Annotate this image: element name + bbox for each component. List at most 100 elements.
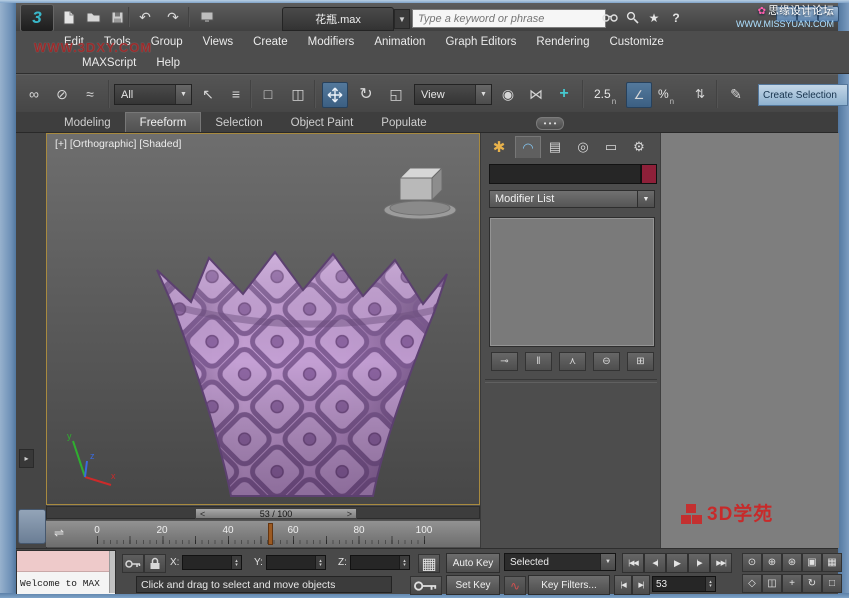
listener-macro-line[interactable] [17,551,115,572]
make-unique-icon[interactable]: ⋏ [559,352,586,371]
menu-graph-editors[interactable]: Graph Editors [435,36,526,48]
utilities-panel-icon[interactable]: ⚙ [627,136,651,157]
selection-filter-dropdown[interactable]: All ▼ [114,84,192,105]
selection-lock-key-icon[interactable] [122,554,144,573]
modify-panel-icon[interactable]: ◠ [515,136,541,158]
chevron-down-icon[interactable]: ▼ [637,191,654,207]
time-slider-track[interactable]: < 53 / 100 > [46,506,480,519]
menu-help[interactable]: Help [146,57,190,69]
ribbon-tab-selection[interactable]: Selection [201,113,276,132]
file-tab[interactable]: 花瓶.max [282,7,394,31]
search-input[interactable] [412,9,606,28]
object-name-field[interactable] [489,164,641,184]
edit-named-selection-sets-icon[interactable]: ✎ [724,82,748,106]
auto-key-button[interactable]: Auto Key [446,553,500,573]
menu-animation[interactable]: Animation [364,36,435,48]
ribbon-tab-freeform[interactable]: Freeform [125,112,202,132]
mini-curve-editor-icon[interactable]: ⇌ [54,526,64,540]
current-frame-marker[interactable] [268,523,273,545]
mirror-icon[interactable]: ⋈ [524,82,548,106]
menu-create[interactable]: Create [243,36,298,48]
ribbon-minimize-pill[interactable]: • • • [536,117,564,130]
selected-pan-icon[interactable]: ◇ [742,574,762,593]
vase-model[interactable] [147,244,459,500]
isolate-selection-icon[interactable]: ⊙ [742,553,762,572]
select-and-scale-icon[interactable]: ◱ [384,82,408,106]
zoom-region-icon[interactable]: ◫ [762,574,782,593]
set-key-button[interactable]: Set Key [446,575,500,595]
time-slider-thumb[interactable]: < 53 / 100 > [195,508,357,519]
maximize-viewport-icon[interactable]: □ [822,574,842,593]
viewport-layout-preset[interactable] [18,509,46,544]
select-and-link-icon[interactable]: ∞ [22,82,46,106]
y-spinner[interactable]: ▴▾ [315,556,325,569]
selected-set-dropdown[interactable]: Selected ▼ [504,553,616,571]
lock-icon[interactable] [144,554,166,573]
magnifier-icon[interactable] [622,9,642,26]
previous-key-icon[interactable]: |◀ [614,575,632,595]
menu-modifiers[interactable]: Modifiers [298,36,365,48]
window-crossing-toggle-icon[interactable]: ◫ [286,82,310,106]
z-spinner[interactable]: ▴▾ [399,556,409,569]
next-key-icon[interactable]: ▶| [632,575,650,595]
frame-spinner[interactable]: ▴▾ [705,577,715,591]
snaps-toggle-25d[interactable]: 2.5n [594,82,616,106]
x-coordinate-field[interactable]: ▴▾ [182,555,242,570]
modifier-list-dropdown[interactable]: Modifier List ▼ [489,190,655,208]
hierarchy-panel-icon[interactable]: ▤ [543,136,567,157]
menu-views[interactable]: Views [193,36,243,48]
percent-snap-toggle[interactable]: %n [658,82,674,106]
chevron-down-icon[interactable]: ▼ [475,85,491,104]
zoom-icon[interactable]: ⊕ [762,553,782,572]
menu-maxscript[interactable]: MAXScript [72,57,146,69]
show-end-result-icon[interactable]: ‖ [525,352,552,371]
current-frame-field[interactable]: 53 ▴▾ [652,576,716,592]
zoom-extents-all-icon[interactable]: ▦ [822,553,842,572]
save-file-icon[interactable] [106,7,128,27]
chevron-down-icon[interactable]: ▼ [175,85,191,104]
scene-helper-object[interactable] [342,160,472,222]
pan-icon[interactable]: + [782,574,802,593]
configure-modifier-sets-icon[interactable]: ⊞ [627,352,654,371]
select-and-manipulate-icon[interactable]: + [552,82,576,106]
ribbon-tab-object-paint[interactable]: Object Paint [277,113,368,132]
workspace-icon[interactable] [196,7,218,27]
z-coordinate-field[interactable]: ▴▾ [350,555,410,570]
angle-snap-toggle-icon[interactable]: ∠ [626,82,652,108]
ribbon-tab-populate[interactable]: Populate [367,113,440,132]
viewport[interactable]: [+] [Orthographic] [Shaded] [46,133,480,505]
x-spinner[interactable]: ▴▾ [231,556,241,569]
binoculars-search-icon[interactable] [600,9,620,26]
play-animation-icon[interactable]: ▶ [666,553,688,573]
favorites-star-icon[interactable]: ★ [644,9,664,26]
zoom-all-icon[interactable]: ⊛ [782,553,802,572]
go-to-start-icon[interactable]: |◀◀ [622,553,644,573]
rectangular-selection-region-icon[interactable]: □ [256,82,280,106]
select-and-move-icon[interactable] [322,82,348,108]
go-to-end-icon[interactable]: ▶▶| [710,553,732,573]
redo-icon[interactable]: ↷ [162,7,184,27]
object-color-swatch[interactable] [641,164,657,184]
key-filters-button[interactable]: Key Filters... [528,575,610,595]
use-pivot-point-center-icon[interactable]: ◉ [496,82,520,106]
viewport-layout-flyout-icon[interactable]: ▸ [19,449,34,468]
orbit-icon[interactable]: ↻ [802,574,822,593]
motion-panel-icon[interactable]: ◎ [571,136,595,157]
select-object-icon[interactable]: ↖ [196,82,220,106]
remove-modifier-icon[interactable]: ⊖ [593,352,620,371]
undo-icon[interactable]: ↶ [134,7,156,27]
modifier-stack-list[interactable] [489,217,655,347]
reference-coordinate-system-dropdown[interactable]: View ▼ [414,84,492,105]
chevron-down-icon[interactable]: ▼ [600,554,615,570]
menu-rendering[interactable]: Rendering [526,36,599,48]
y-coordinate-field[interactable]: ▴▾ [266,555,326,570]
bind-to-space-warp-icon[interactable]: ≈ [78,82,102,106]
select-by-name-icon[interactable]: ≡ [224,82,248,106]
new-file-icon[interactable] [58,7,80,27]
help-icon[interactable]: ? [666,9,686,26]
ribbon-tab-modeling[interactable]: Modeling [50,113,125,132]
select-and-rotate-icon[interactable]: ↻ [354,82,378,106]
next-frame-icon[interactable]: |▶ [688,553,710,573]
unlink-selection-icon[interactable]: ⊘ [50,82,74,106]
listener-output-line[interactable]: Welcome to MAX [17,572,115,594]
